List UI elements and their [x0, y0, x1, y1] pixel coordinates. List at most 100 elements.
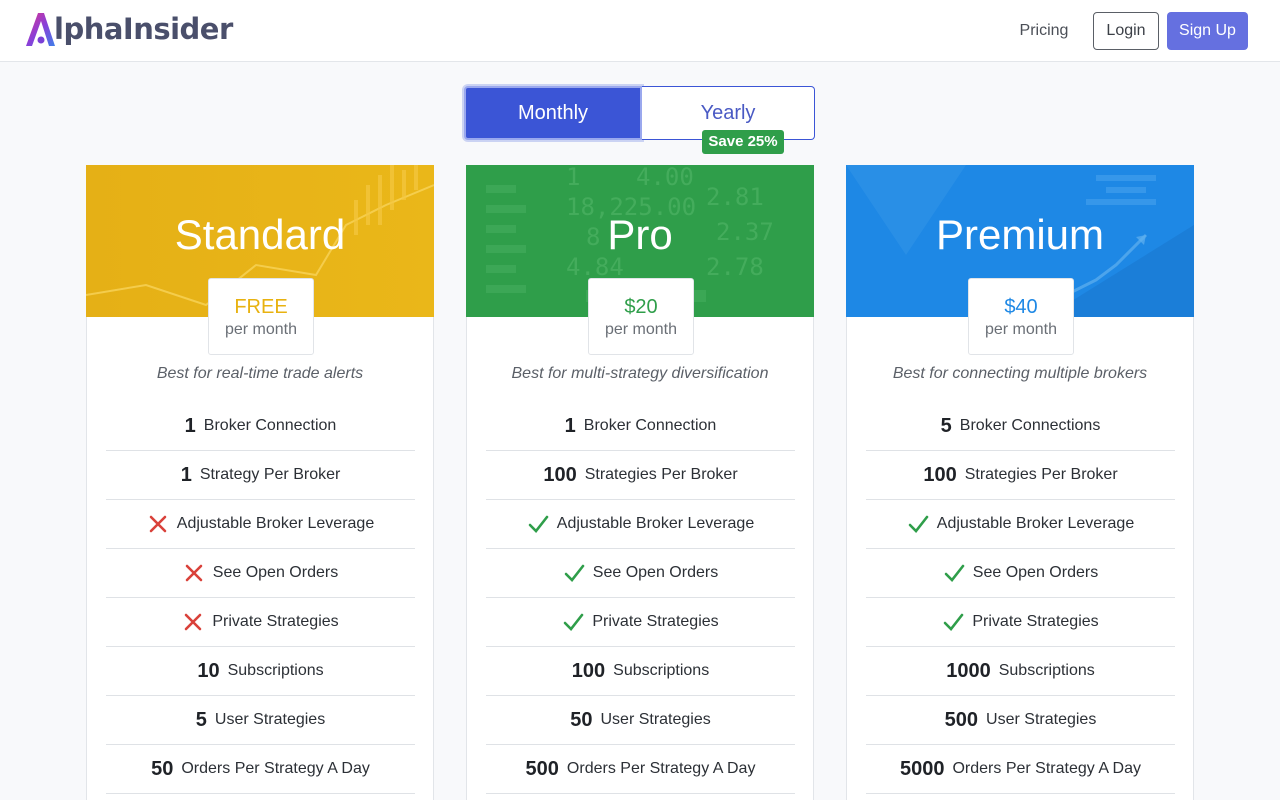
- feature-list: 5 Broker Connections 100 Strategies Per Bro…: [866, 402, 1175, 794]
- feature-value: 1: [184, 414, 196, 437]
- plan-period: per month: [224, 321, 298, 338]
- monthly-toggle-button[interactable]: Monthly: [464, 86, 642, 140]
- plan-name: Standard: [174, 211, 346, 258]
- cross-icon: [149, 515, 167, 533]
- feature-value: 100: [543, 463, 577, 486]
- feature-label: Broker Connection: [203, 417, 337, 434]
- feature-label: Private Strategies: [972, 613, 1099, 630]
- feature-label: Subscriptions: [998, 662, 1095, 679]
- plan-price: FREE: [234, 296, 288, 318]
- plan-price: $20: [624, 296, 658, 318]
- feature-row: See Open Orders: [106, 549, 415, 598]
- plan-card-premium: Premium $40 per month Best for connectin…: [846, 165, 1194, 800]
- brand-name: lphaInsider: [54, 12, 233, 46]
- feature-label: Broker Connection: [583, 417, 717, 434]
- plan-tagline: Best for multi-strategy diversification: [511, 365, 769, 382]
- login-button[interactable]: Login: [1093, 12, 1159, 50]
- check-icon: [564, 613, 584, 631]
- signup-button[interactable]: Sign Up: [1167, 12, 1248, 50]
- feature-row: 5000 Orders Per Strategy A Day: [866, 745, 1175, 794]
- check-icon: [908, 515, 929, 533]
- brand-logo[interactable]: lphaInsider: [24, 10, 233, 48]
- feature-value: 5000: [899, 757, 945, 780]
- logo-a-mark: [26, 13, 55, 46]
- feature-row: 10 Subscriptions: [106, 647, 415, 696]
- feature-value: 500: [525, 757, 559, 780]
- plan-period: per month: [604, 321, 678, 338]
- feature-label: Strategies Per Broker: [584, 466, 738, 483]
- price-box: $20 per month: [588, 278, 694, 355]
- feature-list: 1 Broker Connection 100 Strategies Per Brok…: [486, 402, 795, 794]
- feature-row: 50 Orders Per Strategy A Day: [106, 745, 415, 794]
- feature-value: 5: [195, 708, 207, 731]
- check-icon: [564, 564, 585, 582]
- feature-label: User Strategies: [214, 711, 326, 728]
- price-box: $40 per month: [968, 278, 1074, 355]
- feature-row: Adjustable Broker Leverage: [866, 500, 1175, 549]
- feature-label: See Open Orders: [972, 564, 1099, 581]
- feature-label: Strategies Per Broker: [964, 466, 1118, 483]
- feature-list: 1 Broker Connection 1 Strategy Per Broker Ad…: [106, 402, 415, 794]
- check-icon: [944, 613, 964, 631]
- plan-tagline: Best for real-time trade alerts: [156, 365, 364, 382]
- feature-row: Private Strategies: [106, 598, 415, 647]
- feature-row: 1 Strategy Per Broker: [106, 451, 415, 500]
- price-box: FREE per month: [208, 278, 314, 355]
- feature-label: Subscriptions: [613, 662, 710, 679]
- plan-card-pro: 1 4.00 18,225.00 2.81 8 2.37 4.84 2.78 Pro $…: [466, 165, 814, 800]
- feature-value: 10: [197, 659, 220, 682]
- feature-label: See Open Orders: [592, 564, 719, 581]
- save-badge: Save 25%: [702, 130, 784, 154]
- feature-label: Private Strategies: [592, 613, 719, 630]
- plan-name: Premium: [935, 211, 1105, 258]
- feature-row: 500 User Strategies: [866, 696, 1175, 745]
- feature-label: Orders Per Strategy A Day: [566, 760, 756, 777]
- feature-value: 100: [571, 659, 606, 682]
- feature-label: Strategy Per Broker: [199, 466, 341, 483]
- feature-value: 50: [151, 757, 174, 780]
- feature-label: Orders Per Strategy A Day: [181, 760, 370, 777]
- billing-period-toggle: Monthly Yearly Save 25%: [464, 86, 815, 154]
- check-icon: [944, 564, 965, 582]
- feature-value: 500: [944, 708, 979, 731]
- feature-value: 1000: [946, 659, 991, 682]
- feature-label: Adjustable Broker Leverage: [556, 515, 755, 532]
- feature-row: Adjustable Broker Leverage: [106, 500, 415, 549]
- svg-text:4.00: 4.00: [636, 165, 694, 191]
- feature-row: 100 Subscriptions: [486, 647, 795, 696]
- plan-price: $40: [1004, 296, 1038, 318]
- feature-row: Private Strategies: [486, 598, 795, 647]
- feature-row: 50 User Strategies: [486, 696, 795, 745]
- plan-card-standard: Standard FREE per month Best for real-ti…: [86, 165, 434, 800]
- feature-row: Private Strategies: [866, 598, 1175, 647]
- cross-icon: [185, 564, 203, 582]
- plan-tagline: Best for connecting multiple brokers: [892, 365, 1148, 382]
- plan-name: Pro: [607, 211, 673, 258]
- feature-row: 1 Broker Connection: [106, 402, 415, 451]
- feature-row: 100 Strategies Per Broker: [866, 451, 1175, 500]
- feature-value: 1: [180, 463, 192, 486]
- cross-icon: [185, 613, 202, 631]
- feature-value: 5: [940, 414, 952, 437]
- feature-value: 100: [923, 463, 957, 486]
- feature-row: 1000 Subscriptions: [866, 647, 1175, 696]
- svg-text:1: 1: [566, 165, 580, 191]
- nav-pricing-link[interactable]: Pricing: [1006, 12, 1082, 49]
- feature-value: 1: [564, 414, 576, 437]
- feature-label: Broker Connections: [959, 417, 1101, 434]
- top-navbar: lphaInsider Pricing Login Sign Up: [0, 0, 1280, 62]
- svg-text:2.81: 2.81: [706, 183, 764, 211]
- feature-row: See Open Orders: [866, 549, 1175, 598]
- feature-row: 1 Broker Connection: [486, 402, 795, 451]
- feature-label: Orders Per Strategy A Day: [952, 760, 1142, 777]
- feature-value: 50: [570, 708, 593, 731]
- feature-label: User Strategies: [986, 711, 1097, 728]
- feature-label: See Open Orders: [212, 564, 339, 581]
- feature-row: 500 Orders Per Strategy A Day: [486, 745, 795, 794]
- feature-label: Subscriptions: [227, 662, 324, 679]
- feature-label: Adjustable Broker Leverage: [176, 515, 375, 532]
- plan-period: per month: [984, 321, 1058, 338]
- feature-row: 5 Broker Connections: [866, 402, 1175, 451]
- feature-label: Private Strategies: [212, 613, 339, 630]
- feature-label: User Strategies: [600, 711, 711, 728]
